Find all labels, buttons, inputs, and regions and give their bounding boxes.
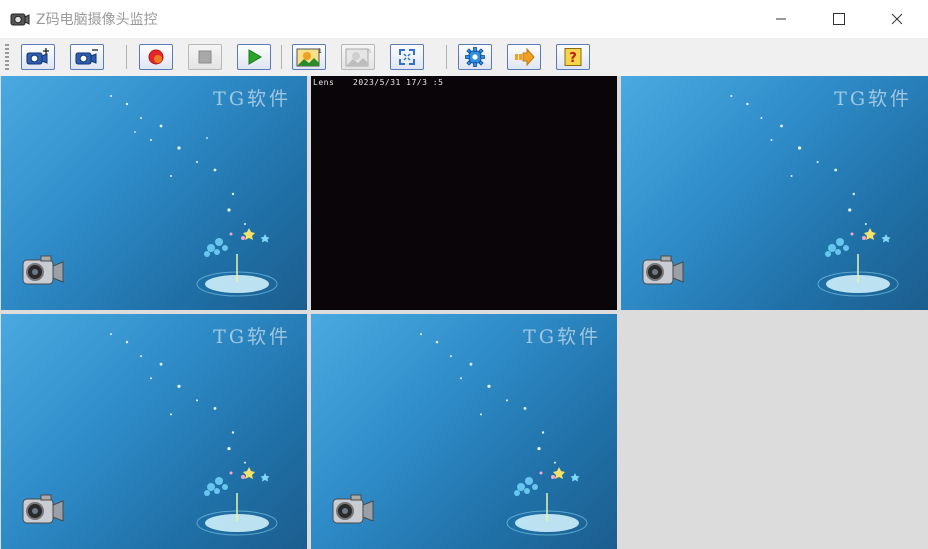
- camera-pane-1[interactable]: TG软件: [1, 76, 307, 310]
- camera-pane-4[interactable]: TG软件: [1, 314, 307, 549]
- toolbar-grip[interactable]: [5, 44, 9, 70]
- fullscreen-button[interactable]: [390, 44, 424, 70]
- maximize-icon: [833, 13, 845, 25]
- stop-icon: [198, 50, 212, 64]
- minimize-icon: [776, 18, 786, 20]
- close-button[interactable]: [868, 0, 926, 38]
- osd-timestamp: 2023/5/31 17/3 :5: [353, 78, 444, 87]
- play-button[interactable]: [237, 44, 271, 70]
- camera-pane-6-empty[interactable]: [621, 314, 928, 549]
- stop-button[interactable]: [188, 44, 222, 70]
- question-icon: ?: [564, 48, 582, 66]
- landscape-1-icon: 1: [296, 48, 322, 67]
- add-camera-button[interactable]: [21, 44, 55, 70]
- help-button[interactable]: ?: [556, 44, 590, 70]
- fountain-graphic: [196, 467, 278, 536]
- play-icon: [248, 49, 262, 65]
- close-icon: [891, 13, 903, 25]
- remove-camera-button[interactable]: [70, 44, 104, 70]
- fountain-graphic: [196, 228, 278, 297]
- settings-button[interactable]: [458, 44, 492, 70]
- watermark-text: TG软件: [213, 88, 291, 110]
- exit-button[interactable]: [507, 44, 541, 70]
- camcorder-icon: [22, 494, 64, 524]
- watermark-text: TG软件: [213, 326, 291, 348]
- title-bar[interactable]: Z码电脑摄像头监控: [0, 0, 928, 38]
- toolbar-separator: [281, 45, 282, 69]
- fountain-graphic: [817, 228, 899, 297]
- watermark-text: TG软件: [523, 326, 601, 348]
- camera-pane-3[interactable]: TG软件: [621, 76, 928, 310]
- toolbar-separator: [446, 45, 447, 69]
- arrow-right-icon: [515, 47, 535, 67]
- svg-text:n: n: [367, 48, 371, 55]
- toolbar-separator: [126, 45, 127, 69]
- camcorder-icon: [332, 494, 374, 524]
- svg-text:1: 1: [318, 48, 322, 55]
- gear-icon: [465, 47, 485, 67]
- snapshot-1-button[interactable]: 1: [292, 44, 326, 70]
- maximize-button[interactable]: [810, 0, 868, 38]
- camera-plus-icon: [26, 48, 49, 65]
- watermark-text: TG软件: [834, 88, 912, 110]
- camera-minus-icon: [75, 49, 98, 65]
- camera-pane-2-live[interactable]: Lens 2023/5/31 17/3 :5: [311, 76, 617, 310]
- svg-text:?: ?: [569, 51, 577, 66]
- snapshot-n-button[interactable]: n: [341, 44, 375, 70]
- record-icon: [148, 49, 164, 65]
- osd-label: Lens: [313, 78, 335, 87]
- fullscreen-icon: [399, 49, 415, 65]
- landscape-n-icon: n: [345, 48, 371, 67]
- window-title: Z码电脑摄像头监控: [36, 12, 158, 28]
- record-button[interactable]: [139, 44, 173, 70]
- camcorder-icon: [642, 255, 684, 285]
- camcorder-icon: [22, 255, 64, 285]
- minimize-button[interactable]: [752, 0, 810, 38]
- camera-pane-5[interactable]: TG软件: [311, 314, 617, 549]
- fountain-graphic: [506, 467, 588, 536]
- app-camera-icon: [10, 13, 30, 26]
